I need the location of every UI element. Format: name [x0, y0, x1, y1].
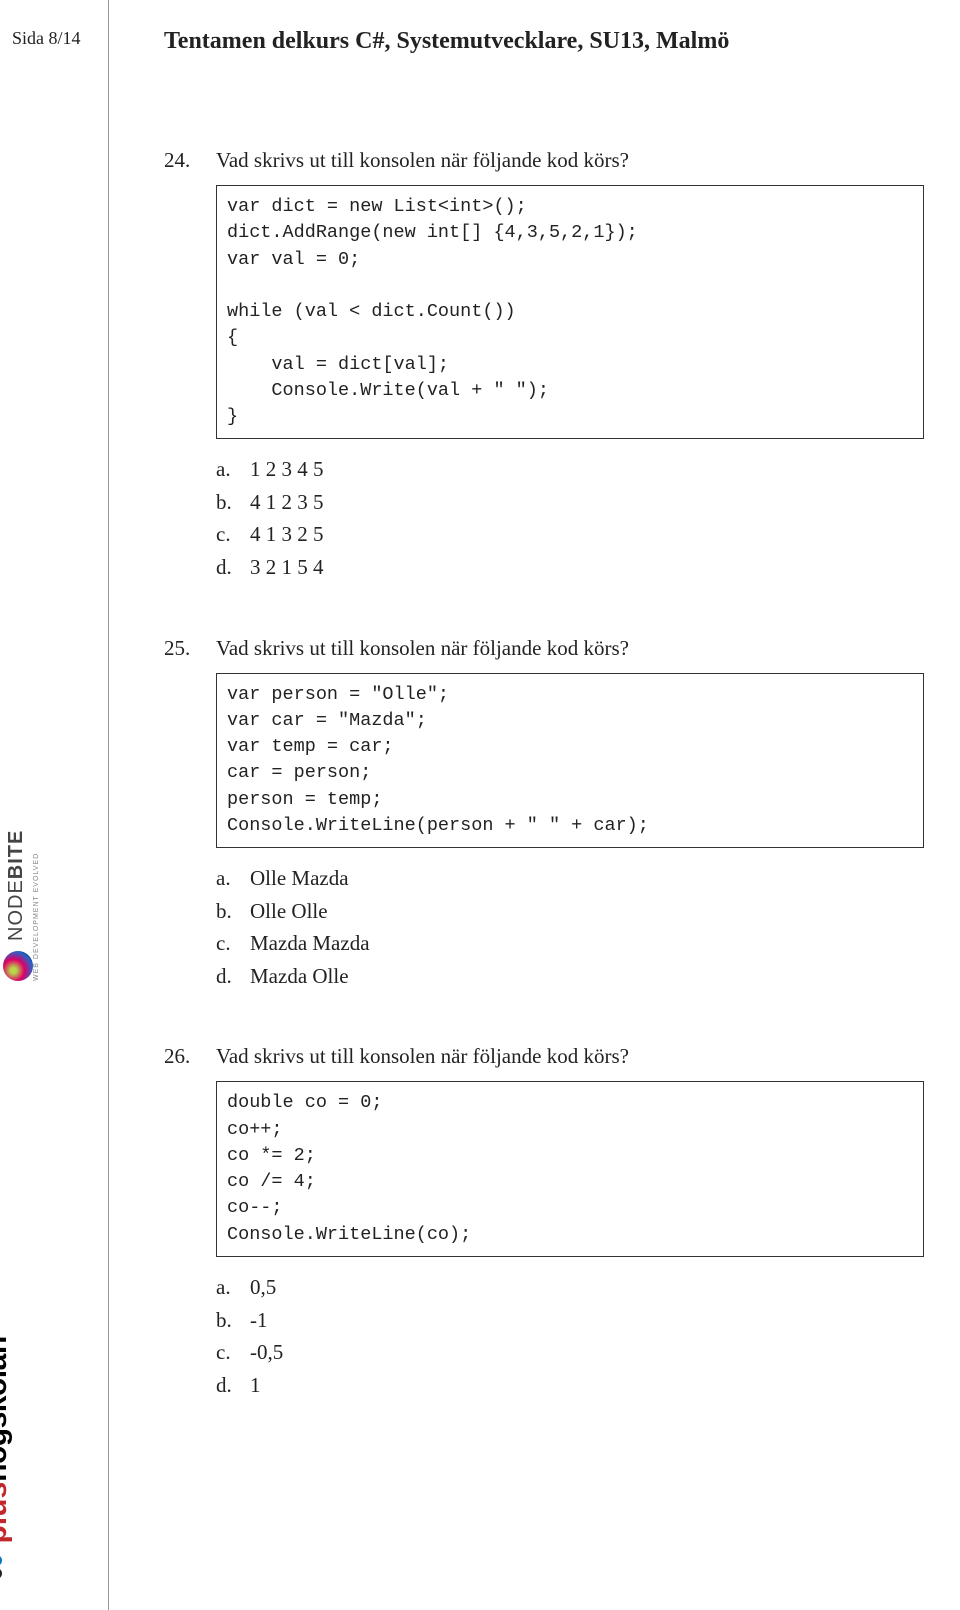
plushogskolan-dots-icon — [0, 1554, 7, 1580]
option-d: d.1 — [216, 1369, 924, 1402]
question-text: Vad skrivs ut till konsolen när följande… — [216, 636, 629, 661]
question-24: 24. Vad skrivs ut till konsolen när följ… — [164, 148, 924, 584]
nodebite-logo: NODEBITE WEB DEVELOPMENT EVOLVED — [3, 830, 40, 981]
code-block: var dict = new List<int>(); dict.AddRang… — [216, 185, 924, 439]
page-number: Sida 8/14 — [12, 28, 81, 49]
question-number: 25. — [164, 636, 216, 661]
code-block: double co = 0; co++; co *= 2; co /= 4; c… — [216, 1081, 924, 1257]
option-b: b.-1 — [216, 1304, 924, 1337]
option-a: a.1 2 3 4 5 — [216, 453, 924, 486]
option-c: c.-0,5 — [216, 1336, 924, 1369]
question-text: Vad skrivs ut till konsolen när följande… — [216, 148, 629, 173]
option-c: c.4 1 3 2 5 — [216, 518, 924, 551]
answer-options: a.Olle Mazda b.Olle Olle c.Mazda Mazda d… — [216, 862, 924, 992]
question-25: 25. Vad skrivs ut till konsolen när följ… — [164, 636, 924, 993]
sidebar-logos: NODEBITE WEB DEVELOPMENT EVOLVED plushög… — [6, 900, 70, 1580]
plushogskolan-logo: plushögskolan — [0, 1336, 14, 1580]
answer-options: a.1 2 3 4 5 b.4 1 2 3 5 c.4 1 3 2 5 d.3 … — [216, 453, 924, 583]
question-text: Vad skrivs ut till konsolen när följande… — [216, 1044, 629, 1069]
question-26: 26. Vad skrivs ut till konsolen när följ… — [164, 1044, 924, 1401]
option-a: a.0,5 — [216, 1271, 924, 1304]
exam-title: Tentamen delkurs C#, Systemutvecklare, S… — [164, 28, 729, 55]
question-number: 24. — [164, 148, 216, 173]
option-b: b.4 1 2 3 5 — [216, 486, 924, 519]
nodebite-ball-icon — [3, 951, 33, 981]
option-a: a.Olle Mazda — [216, 862, 924, 895]
option-d: d.3 2 1 5 4 — [216, 551, 924, 584]
vertical-rule — [108, 0, 109, 1610]
content-area: 24. Vad skrivs ut till konsolen när följ… — [164, 148, 924, 1453]
option-c: c.Mazda Mazda — [216, 927, 924, 960]
option-d: d.Mazda Olle — [216, 960, 924, 993]
question-number: 26. — [164, 1044, 216, 1069]
answer-options: a.0,5 b.-1 c.-0,5 d.1 — [216, 1271, 924, 1401]
option-b: b.Olle Olle — [216, 895, 924, 928]
page: Sida 8/14 Tentamen delkurs C#, Systemutv… — [0, 0, 960, 1610]
code-block: var person = "Olle"; var car = "Mazda"; … — [216, 673, 924, 849]
